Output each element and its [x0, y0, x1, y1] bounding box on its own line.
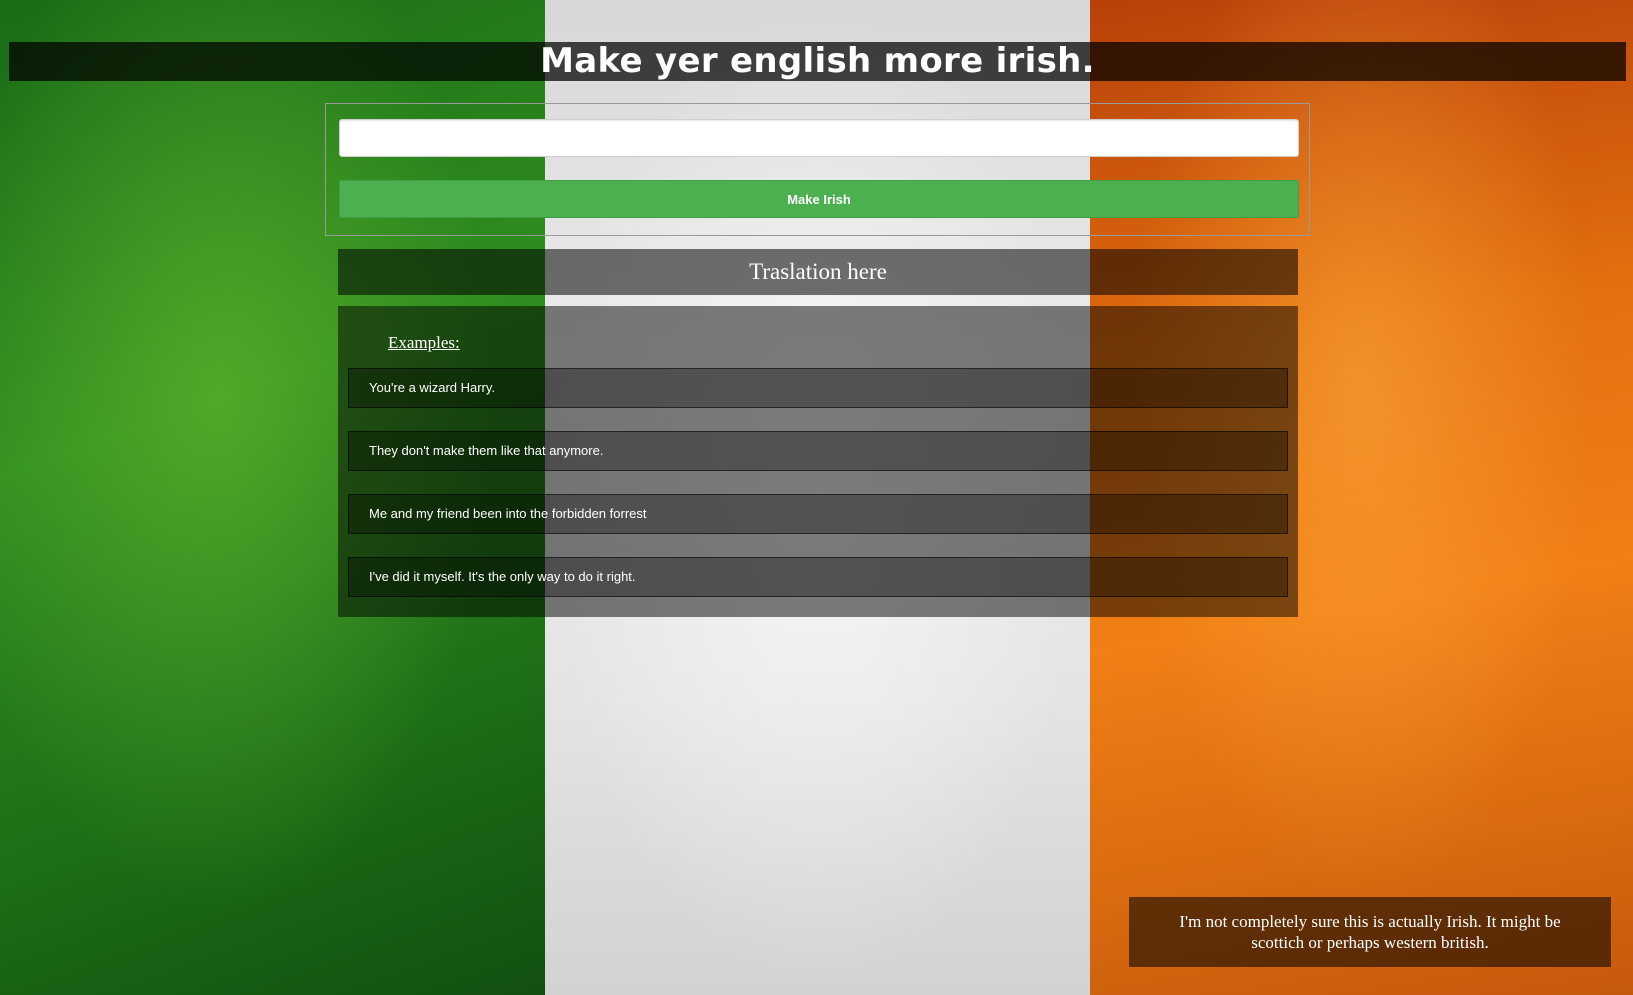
example-item[interactable]: I've did it myself. It's the only way to…: [348, 557, 1288, 597]
translation-output: Traslation here: [338, 249, 1298, 295]
example-item[interactable]: Me and my friend been into the forbidden…: [348, 494, 1288, 534]
header-bar: Make yer english more irish.: [9, 42, 1626, 81]
translate-form: Make Irish: [325, 103, 1310, 236]
example-item[interactable]: You're a wizard Harry.: [348, 368, 1288, 408]
examples-heading: Examples:: [388, 333, 460, 352]
examples-panel: Examples: You're a wizard Harry. They do…: [338, 306, 1298, 617]
english-text-input[interactable]: [339, 119, 1299, 157]
make-irish-button[interactable]: Make Irish: [339, 180, 1299, 218]
disclaimer-note: I'm not completely sure this is actually…: [1129, 897, 1611, 967]
translation-text: Traslation here: [749, 259, 887, 284]
page-title: Make yer english more irish.: [540, 41, 1095, 81]
example-item[interactable]: They don't make them like that anymore.: [348, 431, 1288, 471]
